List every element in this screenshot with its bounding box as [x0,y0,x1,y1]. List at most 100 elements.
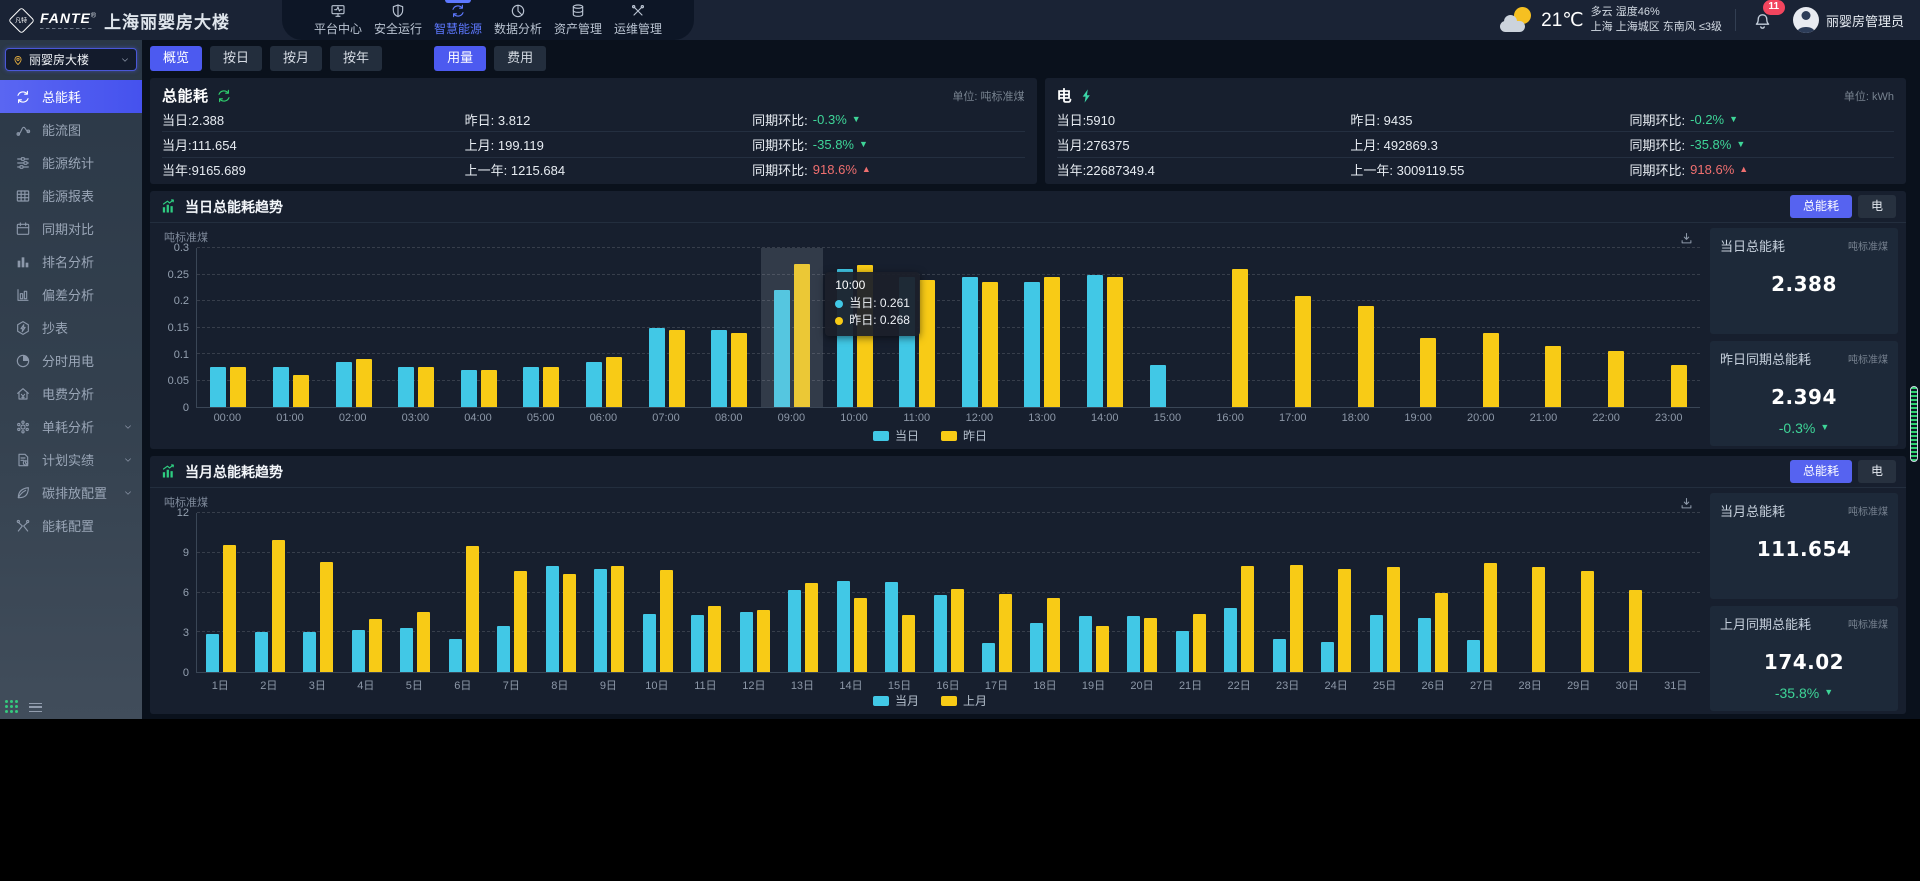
toggle-button-电[interactable]: 电 [1858,460,1896,483]
bar-group-7日[interactable] [488,513,536,672]
sidebar-item-能流图[interactable]: 能流图 [0,113,142,146]
nav-item-安全运行[interactable]: 安全运行 [368,0,428,40]
bar-group-16:00[interactable] [1199,248,1262,407]
tab-按日[interactable]: 按日 [210,46,262,70]
bar-group-27日[interactable] [1458,513,1506,672]
bar-group-08:00[interactable] [698,248,761,407]
sidebar-item-总能耗[interactable]: 总能耗 [0,80,142,113]
bar-当月 [1321,642,1334,672]
x-tick: 20:00 [1449,408,1512,425]
nav-item-资产管理[interactable]: 资产管理 [548,0,608,40]
drag-grip-icon[interactable] [5,700,20,715]
sidebar-item-电费分析[interactable]: 电费分析 [0,377,142,410]
bar-group-29日[interactable] [1555,513,1603,672]
chart-plot-area[interactable] [196,513,1700,673]
bar-group-03:00[interactable] [385,248,448,407]
bar-group-15:00[interactable] [1136,248,1199,407]
building-selector[interactable]: 丽婴房大楼 [5,48,137,71]
bar-group-20日[interactable] [1118,513,1166,672]
bar-group-26日[interactable] [1409,513,1457,672]
bar-group-8日[interactable] [536,513,584,672]
bar-group-15日[interactable] [876,513,924,672]
scrollbar-thumb[interactable] [1910,386,1918,462]
tab-费用[interactable]: 费用 [494,46,546,70]
bar-group-13:00[interactable] [1011,248,1074,407]
bar-group-21:00[interactable] [1512,248,1575,407]
toggle-button-电[interactable]: 电 [1858,195,1896,218]
menu-lines-icon[interactable] [29,703,42,712]
bar-group-01:00[interactable] [260,248,323,407]
legend-item-当月[interactable]: 当月 [873,692,919,709]
nav-item-数据分析[interactable]: 数据分析 [488,0,548,40]
legend-item-当日[interactable]: 当日 [873,427,919,444]
sidebar-item-label: 总能耗 [42,87,81,106]
bar-group-16日[interactable] [924,513,972,672]
notifications-button[interactable]: 11 [1749,10,1780,31]
bar-group-23:00[interactable] [1637,248,1700,407]
bar-group-14日[interactable] [827,513,875,672]
tab-按年[interactable]: 按年 [330,46,382,70]
bar-group-19日[interactable] [1070,513,1118,672]
sidebar-item-同期对比[interactable]: 同期对比 [0,212,142,245]
bar-group-04:00[interactable] [448,248,511,407]
bar-group-11日[interactable] [682,513,730,672]
toggle-button-总能耗[interactable]: 总能耗 [1790,195,1852,218]
bar-group-21日[interactable] [1167,513,1215,672]
sidebar-item-抄表[interactable]: 抄表 [0,311,142,344]
bar-group-06:00[interactable] [573,248,636,407]
sidebar-item-能源报表[interactable]: 能源报表 [0,179,142,212]
legend-item-上月[interactable]: 上月 [941,692,987,709]
bar-group-02:00[interactable] [322,248,385,407]
bar-group-28日[interactable] [1506,513,1554,672]
bar-group-22:00[interactable] [1575,248,1638,407]
download-chart-button[interactable] [1679,495,1694,511]
sidebar-item-单耗分析[interactable]: 单耗分析 [0,410,142,443]
bar-group-31日[interactable] [1652,513,1700,672]
nav-item-智慧能源[interactable]: 智慧能源 [428,0,488,40]
bar-group-20:00[interactable] [1450,248,1513,407]
sidebar-item-能源统计[interactable]: 能源统计 [0,146,142,179]
sidebar-item-碳排放配置[interactable]: 碳排放配置 [0,476,142,509]
chart-plot-area[interactable]: 10:00 当日: 0.261 昨日: 0.268 [196,248,1700,408]
bar-group-05:00[interactable] [510,248,573,407]
sidebar-item-排名分析[interactable]: 排名分析 [0,245,142,278]
nav-item-运维管理[interactable]: 运维管理 [608,0,668,40]
bar-group-14:00[interactable] [1074,248,1137,407]
bar-group-5日[interactable] [391,513,439,672]
bar-group-17日[interactable] [973,513,1021,672]
bar-group-4日[interactable] [342,513,390,672]
bar-group-2日[interactable] [245,513,293,672]
bar-group-18:00[interactable] [1324,248,1387,407]
sidebar-item-偏差分析[interactable]: 偏差分析 [0,278,142,311]
legend-item-昨日[interactable]: 昨日 [941,427,987,444]
download-chart-button[interactable] [1679,230,1694,246]
bar-group-18日[interactable] [1021,513,1069,672]
bar-group-17:00[interactable] [1262,248,1325,407]
bar-group-3日[interactable] [294,513,342,672]
nav-item-平台中心[interactable]: 平台中心 [308,0,368,40]
bar-group-00:00[interactable] [197,248,260,407]
bar-group-12:00[interactable] [949,248,1012,407]
tab-用量[interactable]: 用量 [434,46,486,70]
header-right: 21℃ 多云 湿度46% 上海 上海城区 东南风 ≤3级 11 丽婴房管理员 [1500,5,1920,35]
bar-group-30日[interactable] [1603,513,1651,672]
sidebar-item-能耗配置[interactable]: 能耗配置 [0,509,142,542]
user-menu[interactable]: 丽婴房管理员 [1793,7,1904,33]
bar-group-12日[interactable] [730,513,778,672]
tab-概览[interactable]: 概览 [150,46,202,70]
bar-group-19:00[interactable] [1387,248,1450,407]
bar-group-07:00[interactable] [635,248,698,407]
bar-group-1日[interactable] [197,513,245,672]
bar-group-13日[interactable] [779,513,827,672]
tab-按月[interactable]: 按月 [270,46,322,70]
bar-group-23日[interactable] [1264,513,1312,672]
toggle-button-总能耗[interactable]: 总能耗 [1790,460,1852,483]
bar-group-9日[interactable] [585,513,633,672]
bar-group-6日[interactable] [439,513,487,672]
sidebar-item-计划实绩[interactable]: 计划实绩 [0,443,142,476]
sidebar-item-分时用电[interactable]: 分时用电 [0,344,142,377]
bar-group-24日[interactable] [1312,513,1360,672]
bar-group-22日[interactable] [1215,513,1263,672]
bar-group-25日[interactable] [1361,513,1409,672]
bar-group-10日[interactable] [633,513,681,672]
